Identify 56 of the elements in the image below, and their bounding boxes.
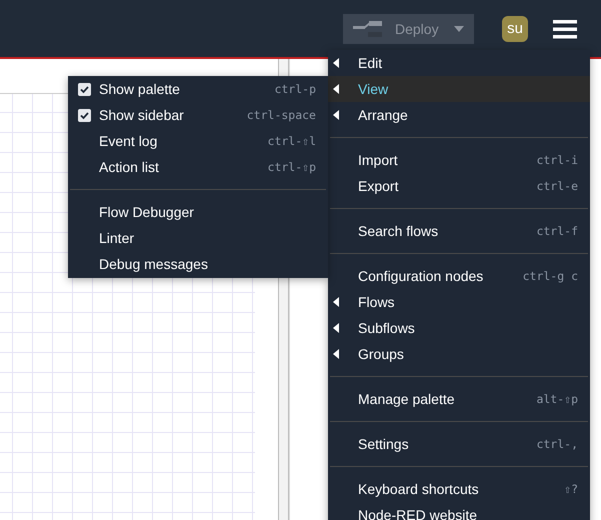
shortcut-label: ctrl-⇧p	[268, 160, 316, 174]
menu-item[interactable]: Subflows	[328, 315, 590, 341]
shortcut-label: ctrl-p	[274, 82, 316, 96]
menu-item[interactable]: Export ctrl-e	[328, 173, 590, 199]
menu-item[interactable]: Search flows ctrl-f	[328, 218, 590, 244]
menu-item[interactable]: Show sidebar ctrl-space	[68, 102, 328, 128]
menu-item[interactable]: Configuration nodes ctrl-g c	[328, 263, 590, 289]
menu-item[interactable]: Import ctrl-i	[328, 147, 590, 173]
menu-item[interactable]: Action list ctrl-⇧p	[68, 154, 328, 180]
menu-label: Flow Debugger	[99, 204, 194, 220]
menu-label: Debug messages	[99, 256, 208, 272]
menu-label: Manage palette	[358, 391, 455, 407]
menu-item[interactable]: Debug messages	[68, 251, 328, 277]
menu-label: Groups	[358, 346, 404, 362]
deploy-icon	[353, 20, 383, 38]
menu-label: Subflows	[358, 320, 415, 336]
menu-item[interactable]: Groups	[328, 341, 590, 367]
menu-item[interactable]: Linter	[68, 225, 328, 251]
menu-label: Configuration nodes	[358, 268, 484, 284]
menu-item[interactable]: Keyboard shortcuts ⇧?	[328, 476, 590, 502]
menu-item[interactable]: Edit	[328, 50, 590, 76]
menu-item[interactable]: Flows	[328, 289, 590, 315]
menu-label: Edit	[358, 55, 382, 71]
menu-label: View	[358, 81, 388, 97]
menu-item[interactable]: View	[328, 76, 590, 102]
menu-label: Keyboard shortcuts	[358, 481, 479, 497]
shortcut-label: ctrl-i	[536, 153, 578, 167]
shortcut-label: ⇧?	[564, 482, 578, 496]
menu-label: Search flows	[358, 223, 438, 239]
menu-item[interactable]: Node-RED website	[328, 502, 590, 520]
menu-item[interactable]: Event log ctrl-⇧l	[68, 128, 328, 154]
shortcut-label: alt-⇧p	[536, 392, 578, 406]
shortcut-label: ctrl-e	[536, 179, 578, 193]
menu-label: Action list	[99, 159, 159, 175]
shortcut-label: ctrl-g c	[522, 269, 578, 283]
menu-label: Arrange	[358, 107, 408, 123]
menu-item[interactable]: Settings ctrl-,	[328, 431, 590, 457]
shortcut-label: ctrl-⇧l	[268, 134, 316, 148]
menu-label: Show sidebar	[99, 107, 184, 123]
menu-label: Show palette	[99, 81, 180, 97]
menu-label: Flows	[358, 294, 395, 310]
menu-item[interactable]: Show palette ctrl-p	[68, 76, 328, 102]
menu-label: Export	[358, 178, 398, 194]
shortcut-label: ctrl-space	[246, 108, 316, 122]
shortcut-label: ctrl-f	[536, 224, 578, 238]
menu-item[interactable]: Manage palette alt-⇧p	[328, 386, 590, 412]
shortcut-label: ctrl-,	[536, 437, 578, 451]
menu-icon[interactable]	[553, 18, 577, 38]
menu-label: Import	[358, 152, 398, 168]
menu-label: Event log	[99, 133, 158, 149]
menu-item[interactable]: Arrange	[328, 102, 590, 128]
caret-icon	[454, 26, 464, 32]
menu-label: Node-RED website	[358, 507, 478, 520]
menu-label: Settings	[358, 436, 409, 452]
menu-item[interactable]: Flow Debugger	[68, 199, 328, 225]
menu-label: Linter	[99, 230, 134, 246]
